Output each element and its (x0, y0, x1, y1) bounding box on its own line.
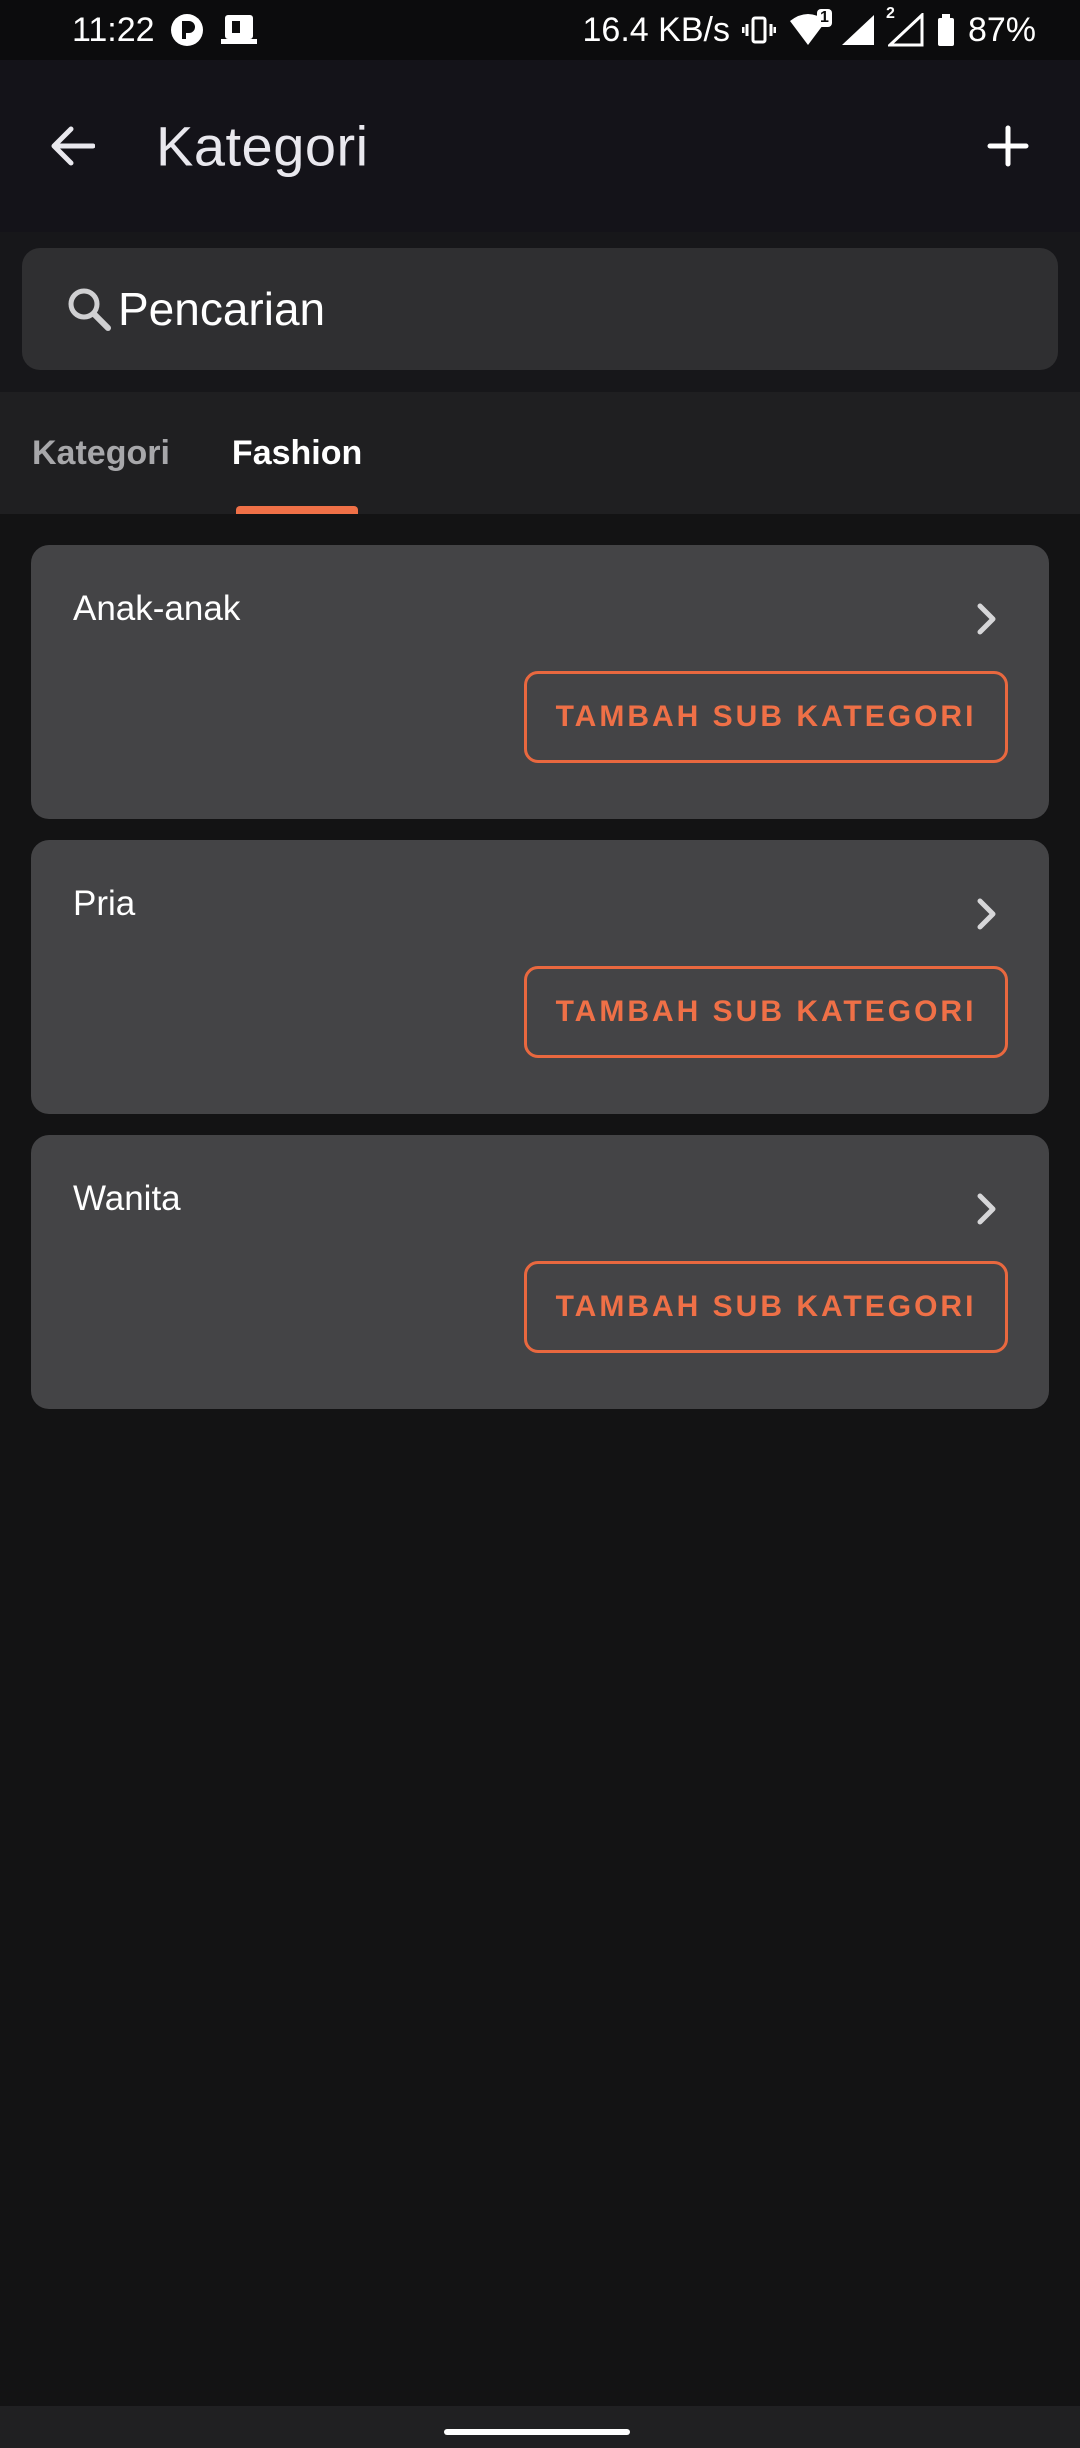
chevron-right-icon[interactable] (967, 599, 1007, 639)
wifi-icon: 1 (788, 9, 832, 47)
battery-icon (936, 13, 956, 47)
signal-sim2-icon: 2 (886, 5, 924, 47)
sim2-badge: 2 (885, 5, 895, 22)
tab-fashion[interactable]: Fashion (232, 392, 362, 514)
status-bar: 11:22 16.4 KB/s 1 2 87% (0, 0, 1080, 60)
back-button[interactable] (40, 114, 104, 178)
tab-kategori[interactable]: Kategori (32, 392, 170, 514)
arrow-left-icon (49, 126, 95, 166)
add-sub-category-button[interactable]: TAMBAH SUB KATEGORI (524, 1261, 1008, 1353)
battery-level: 87% (967, 10, 1036, 49)
network-speed: 16.4 KB/s (582, 10, 730, 49)
search-icon (66, 286, 112, 332)
category-name: Pria (73, 884, 136, 923)
status-left: 11:22 (72, 11, 259, 50)
search-section (0, 232, 1080, 392)
category-name: Wanita (73, 1179, 181, 1218)
status-right: 16.4 KB/s 1 2 87% (582, 5, 1036, 50)
add-category-button[interactable] (976, 114, 1040, 178)
category-card[interactable]: Pria TAMBAH SUB KATEGORI (31, 840, 1049, 1114)
notification-app-icon (169, 12, 205, 48)
category-list: Anak-anak TAMBAH SUB KATEGORI Pria TAMBA… (31, 545, 1049, 1430)
sim1-badge: 1 (817, 9, 832, 27)
chevron-right-icon[interactable] (967, 1189, 1007, 1229)
breadcrumb-tabs: Kategori Fashion (0, 392, 1080, 514)
page-title: Kategori (156, 114, 369, 178)
category-name: Anak-anak (73, 589, 241, 628)
search-box[interactable] (22, 248, 1058, 370)
search-input[interactable] (118, 282, 978, 336)
notification-app2-icon (219, 12, 259, 48)
tab-label: Fashion (231, 433, 363, 472)
signal-sim1-icon (840, 13, 876, 47)
app-bar: Kategori (0, 60, 1080, 232)
screen: 11:22 16.4 KB/s 1 2 87% Kategori Pencari… (0, 0, 1080, 2448)
system-nav-bar (0, 2406, 1080, 2448)
home-indicator[interactable] (444, 2429, 630, 2435)
plus-icon (987, 125, 1029, 167)
add-sub-category-button[interactable]: TAMBAH SUB KATEGORI (524, 671, 1008, 763)
vibrate-icon (741, 15, 776, 45)
add-sub-category-button[interactable]: TAMBAH SUB KATEGORI (524, 966, 1008, 1058)
active-tab-indicator (235, 506, 359, 514)
tab-label: Kategori (32, 433, 170, 472)
status-time: 11:22 (72, 10, 155, 49)
category-card[interactable]: Anak-anak TAMBAH SUB KATEGORI (31, 545, 1049, 819)
category-card[interactable]: Wanita TAMBAH SUB KATEGORI (31, 1135, 1049, 1409)
chevron-right-icon[interactable] (967, 894, 1007, 934)
